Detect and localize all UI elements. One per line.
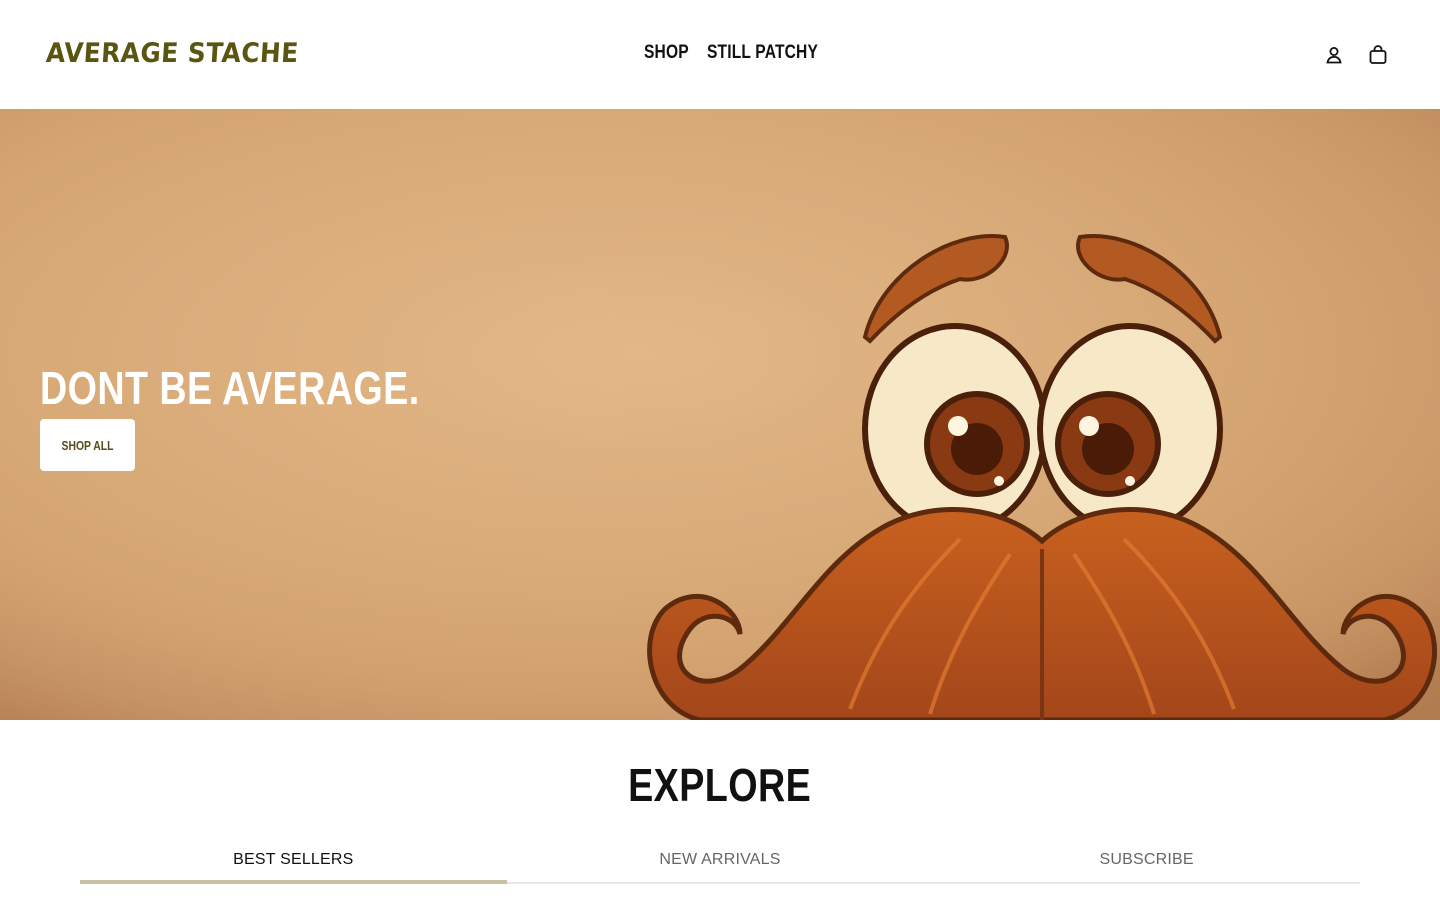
site-logo[interactable]: AVERAGE STACHE — [45, 38, 300, 69]
tab-new-arrivals[interactable]: NEW ARRIVALS — [507, 840, 934, 882]
cart-icon[interactable] — [1367, 44, 1389, 66]
explore-heading: EXPLORE — [628, 759, 812, 811]
account-icon[interactable] — [1323, 44, 1345, 66]
nav-link-still-patchy[interactable]: STILL PATCHY — [707, 42, 818, 64]
tab-subscribe[interactable]: SUBSCRIBE — [933, 840, 1360, 882]
shop-all-button-label: SHOP ALL — [61, 437, 114, 453]
nav-link-shop[interactable]: SHOP — [644, 42, 689, 64]
shop-all-button[interactable]: SHOP ALL — [40, 419, 135, 471]
explore-tabs: BEST SELLERS NEW ARRIVALS SUBSCRIBE — [80, 840, 1360, 884]
site-header: AVERAGE STACHE SHOP STILL PATCHY — [0, 0, 1440, 109]
hero-title: DONT BE AVERAGE. — [40, 362, 420, 414]
main-nav: SHOP STILL PATCHY — [644, 42, 842, 64]
tab-best-sellers[interactable]: BEST SELLERS — [80, 840, 507, 884]
hero-banner: DONT BE AVERAGE. SHOP ALL — [0, 109, 1440, 720]
